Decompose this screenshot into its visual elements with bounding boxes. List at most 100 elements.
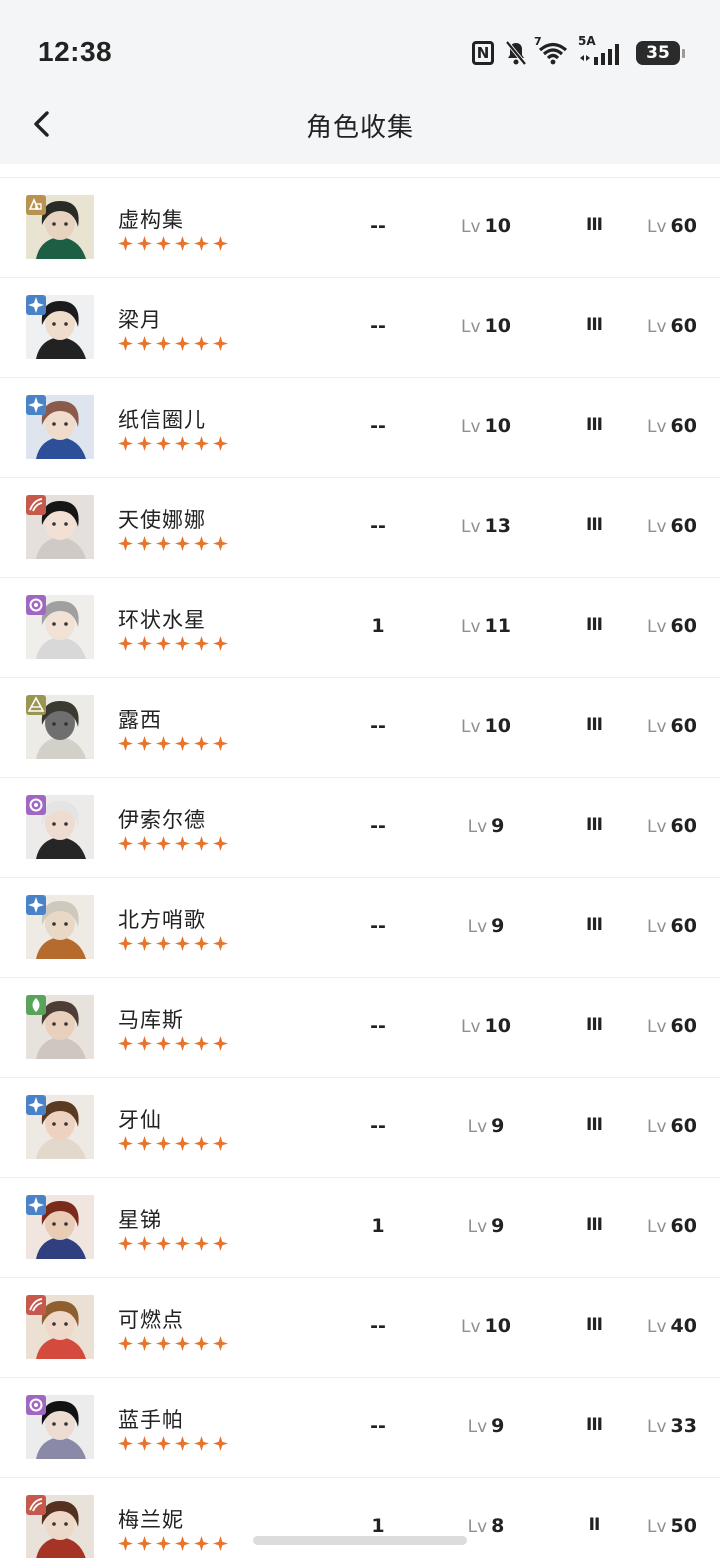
level-value: Lv 9 [440,1215,532,1237]
character-name: 环状水星 [118,608,206,632]
star-icon [213,1136,228,1151]
character-avatar[interactable] [26,395,94,459]
star-icon [175,1036,190,1051]
max-level-value: Lv 60 [632,615,712,637]
level-prefix: Lv [461,1317,481,1337]
character-name: 露西 [118,708,162,732]
max-level-value: Lv 60 [632,815,712,837]
star-icon [175,436,190,451]
level-prefix: Lv [467,1517,488,1537]
character-avatar[interactable] [26,895,94,959]
character-avatar[interactable] [26,795,94,859]
character-avatar[interactable] [26,195,94,259]
character-avatar[interactable] [26,495,94,559]
element-icon [26,995,46,1015]
level-value: Lv 10 [440,215,532,237]
character-avatar[interactable] [26,695,94,759]
character-avatar[interactable] [26,1095,94,1159]
star-rating [118,836,228,851]
character-row[interactable]: 牙仙 -- Lv 9 III Lv 60 [0,1078,720,1178]
character-row[interactable]: 蓝手帕 -- Lv 9 III Lv 33 [0,1378,720,1478]
star-icon [118,236,133,251]
rank-value: III [586,1415,603,1435]
character-row[interactable]: 星锑 1 Lv 9 III Lv 60 [0,1178,720,1278]
awaken-value: -- [370,1315,386,1337]
star-icon [118,436,133,451]
awaken-value: -- [370,215,386,237]
star-icon [156,736,171,751]
star-icon [175,1436,190,1451]
rank-value: III [586,215,603,235]
character-row[interactable]: 北方哨歌 -- Lv 9 III Lv 60 [0,878,720,978]
character-avatar[interactable] [26,1195,94,1259]
star-icon [118,636,133,651]
awaken-value: -- [370,815,386,837]
cellular-signal-icon: 5A [578,35,626,67]
character-avatar[interactable] [26,1295,94,1359]
level-prefix: Lv [467,1217,488,1237]
awaken-value: 1 [371,1515,385,1537]
rank-value: III [586,515,603,535]
star-rating [118,1236,228,1251]
awaken-value: 1 [371,615,385,637]
star-icon [137,1436,152,1451]
star-icon [194,336,209,351]
character-row[interactable]: 虚构集 -- Lv 10 III Lv 60 [0,178,720,278]
character-avatar[interactable] [26,295,94,359]
character-name: 马库斯 [118,1008,184,1032]
home-indicator[interactable] [253,1536,467,1545]
level-number: 10 [484,415,511,437]
star-icon [137,336,152,351]
star-icon [118,1536,133,1551]
character-row[interactable]: 露西 -- Lv 10 III Lv 60 [0,678,720,778]
level-value: Lv 10 [440,315,532,337]
element-icon [26,495,46,515]
character-avatar[interactable] [26,1395,94,1459]
character-avatar[interactable] [26,595,94,659]
star-icon [213,1036,228,1051]
star-icon [137,636,152,651]
element-icon [26,1295,46,1315]
level-number: 9 [491,915,505,937]
star-icon [213,236,228,251]
star-rating [118,536,228,551]
character-row[interactable]: 纸信圈儿 -- Lv 10 III Lv 60 [0,378,720,478]
star-icon [194,836,209,851]
star-icon [137,436,152,451]
character-row[interactable]: 伊索尔德 -- Lv 9 III Lv 60 [0,778,720,878]
status-bar: 12:38 N 7 5A 35 [0,0,720,100]
star-icon [213,536,228,551]
star-icon [175,336,190,351]
rank-value: III [586,1315,603,1335]
star-icon [156,1136,171,1151]
max-level-value: Lv 60 [632,515,712,537]
character-avatar[interactable] [26,995,94,1059]
character-row[interactable]: 天使娜娜 -- Lv 13 III Lv 60 [0,478,720,578]
star-icon [213,736,228,751]
character-name: 蓝手帕 [118,1408,184,1432]
max-level-prefix: Lv [647,217,667,237]
max-level-number: 60 [670,1215,697,1237]
level-number: 13 [484,515,511,537]
character-row[interactable]: 梁月 -- Lv 10 III Lv 60 [0,278,720,378]
character-row[interactable]: 可燃点 -- Lv 10 III Lv 40 [0,1278,720,1378]
max-level-value: Lv 60 [632,215,712,237]
star-rating [118,936,228,951]
star-icon [156,1236,171,1251]
rank-value: III [586,915,603,935]
character-row[interactable]: 马库斯 -- Lv 10 III Lv 60 [0,978,720,1078]
max-level-prefix: Lv [647,1317,667,1337]
max-level-number: 50 [670,1515,697,1537]
star-icon [137,1136,152,1151]
awaken-value: -- [370,515,386,537]
nfc-icon: N [472,39,494,67]
element-icon [26,1095,46,1115]
star-rating [118,1436,228,1451]
max-level-number: 33 [670,1415,697,1437]
character-avatar[interactable] [26,1495,94,1558]
awaken-value: -- [370,315,386,337]
character-row[interactable]: 环状水星 1 Lv 11 III Lv 60 [0,578,720,678]
star-icon [156,636,171,651]
character-row[interactable]: 梅兰妮 1 Lv 8 II Lv 50 [0,1478,720,1558]
awaken-value: -- [370,715,386,737]
